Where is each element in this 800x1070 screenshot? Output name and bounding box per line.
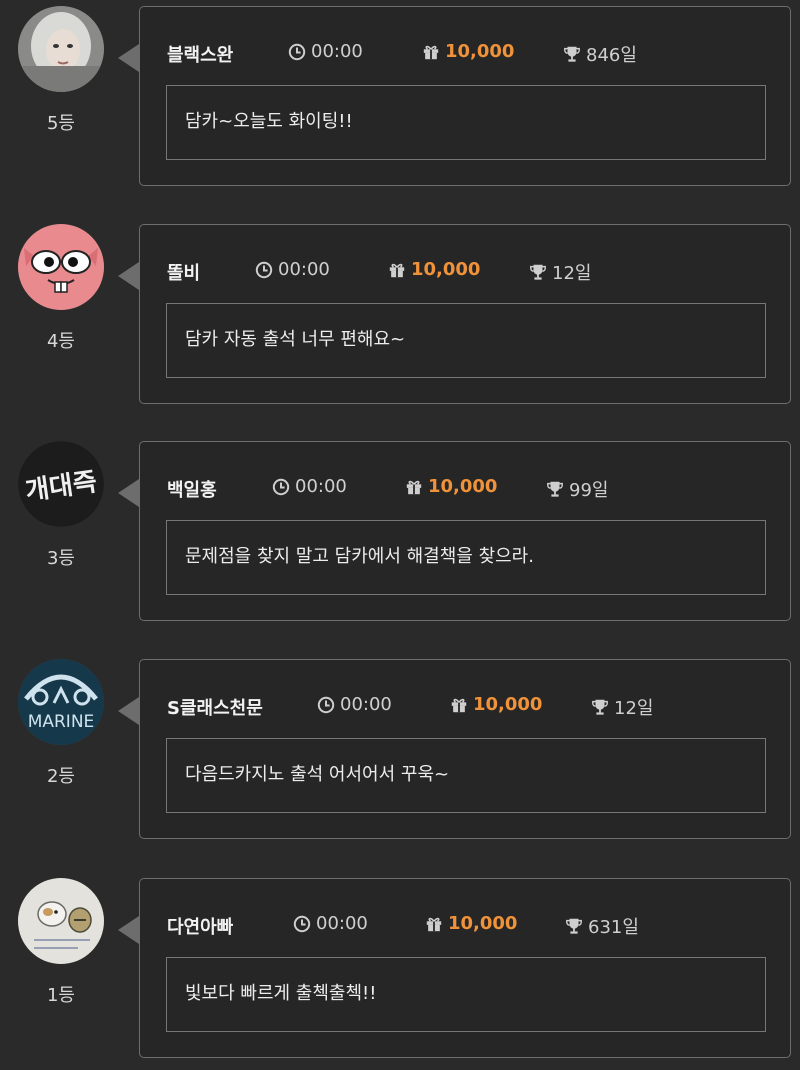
comment-meta: 백일홍 00:00 10,000 99일: [167, 474, 770, 502]
clock-icon: [317, 696, 335, 713]
days-value: 846일: [586, 45, 637, 66]
avatar[interactable]: [18, 224, 104, 310]
comment-message: 다음드카지노 출석 어서어서 꾸욱~: [166, 738, 766, 813]
rank-label: 5등: [46, 113, 75, 134]
avatar-column: 4등: [16, 224, 106, 408]
speech-pointer: [118, 479, 139, 507]
days-item: 631일: [565, 913, 639, 939]
days-item: 12일: [529, 259, 591, 285]
time-value: 00:00: [311, 41, 363, 62]
avatar-column: MARINE 2등: [16, 659, 106, 843]
clock-icon: [272, 478, 290, 495]
comment-meta: 똘비 00:00 10,000 12일: [167, 257, 770, 285]
points-value: 10,000: [473, 694, 543, 715]
time-item: 00:00: [272, 476, 347, 497]
rank-label: 3등: [46, 548, 75, 569]
comment-message: 담카 자동 출석 너무 편해요~: [166, 303, 766, 378]
rank-label: 4등: [46, 331, 75, 352]
avatar[interactable]: [18, 878, 104, 964]
comment-message: 담카~오늘도 화이팅!!: [166, 85, 766, 160]
attendance-entry: 4등 똘비 00:00 10,000 12일 담카 자동 출석 너무 편해요~: [0, 224, 800, 408]
gift-icon: [451, 698, 467, 712]
time-item: 00:00: [255, 259, 330, 280]
marine-text: MARINE: [28, 712, 95, 732]
points-value: 10,000: [411, 259, 481, 280]
gift-icon: [426, 917, 442, 931]
comment-message: 문제점을 찾지 말고 담카에서 해결책을 찾으라.: [166, 520, 766, 595]
days-value: 12일: [552, 263, 592, 284]
avatar-column: 개대즉 3등: [16, 441, 106, 625]
rank-label: 1등: [46, 985, 75, 1006]
hamster-drawing-avatar-image: [18, 878, 104, 964]
gift-icon: [389, 263, 405, 277]
trophy-icon: [530, 264, 546, 280]
time-value: 00:00: [295, 476, 347, 497]
comment-meta: 다연아빠 00:00 10,000 631일: [167, 911, 770, 939]
gift-icon: [406, 480, 422, 494]
time-item: 00:00: [288, 41, 363, 62]
avatar[interactable]: MARINE: [18, 659, 104, 745]
attendance-entry: 5등 블랙스완 00:00 10,000 846일 담카~오늘도 화이팅!!: [0, 6, 800, 190]
attendance-entry: 1등 다연아빠 00:00 10,000 631일 빛보다 빠르게 출첵출첵!!: [0, 878, 800, 1062]
avatar[interactable]: 개대즉: [18, 441, 104, 527]
clock-icon: [288, 43, 306, 60]
clock-icon: [293, 915, 311, 932]
days-value: 99일: [569, 480, 609, 501]
points-item: 10,000: [450, 694, 542, 715]
points-item: 10,000: [425, 913, 517, 934]
username[interactable]: 백일홍: [167, 476, 217, 502]
portrait-avatar-image: [18, 6, 104, 92]
days-item: 846일: [563, 41, 637, 67]
username[interactable]: S클래스천문: [167, 694, 263, 720]
comment-card: 다연아빠 00:00 10,000 631일 빛보다 빠르게 출첵출첵!!: [139, 878, 791, 1058]
points-value: 10,000: [445, 41, 515, 62]
marine-logo-avatar-image: MARINE: [18, 659, 104, 745]
days-item: 12일: [591, 694, 653, 720]
comment-message: 빛보다 빠르게 출첵출첵!!: [166, 957, 766, 1032]
username[interactable]: 똘비: [167, 259, 200, 285]
pink-face-avatar-image: [18, 224, 104, 310]
days-value: 12일: [614, 698, 654, 719]
points-value: 10,000: [428, 476, 498, 497]
points-item: 10,000: [422, 41, 514, 62]
time-value: 00:00: [278, 259, 330, 280]
comment-card: S클래스천문 00:00 10,000 12일 다음드카지노 출석 어서어서 꾸…: [139, 659, 791, 839]
days-value: 631일: [588, 917, 639, 938]
trophy-icon: [547, 481, 563, 497]
comment-card: 백일홍 00:00 10,000 99일 문제점을 찾지 말고 담카에서 해결책…: [139, 441, 791, 621]
rank-label: 2등: [46, 766, 75, 787]
trophy-icon: [592, 699, 608, 715]
comment-card: 똘비 00:00 10,000 12일 담카 자동 출석 너무 편해요~: [139, 224, 791, 404]
avatar-column: 5등: [16, 6, 106, 190]
avatar[interactable]: [18, 6, 104, 92]
comment-meta: 블랙스완 00:00 10,000 846일: [167, 39, 770, 67]
time-item: 00:00: [293, 913, 368, 934]
username[interactable]: 블랙스완: [167, 41, 233, 67]
gift-icon: [423, 45, 439, 59]
neon-sign-avatar-image: 개대즉: [18, 441, 104, 527]
comment-meta: S클래스천문 00:00 10,000 12일: [167, 692, 770, 720]
avatar-column: 1등: [16, 878, 106, 1062]
trophy-icon: [564, 46, 580, 62]
days-item: 99일: [546, 476, 608, 502]
attendance-list: 5등 블랙스완 00:00 10,000 846일 담카~오늘도 화이팅!! 4…: [0, 0, 800, 1070]
attendance-entry: MARINE 2등 S클래스천문 00:00 10,000 12일 다음드카지노…: [0, 659, 800, 843]
speech-pointer: [118, 916, 139, 944]
trophy-icon: [566, 918, 582, 934]
comment-card: 블랙스완 00:00 10,000 846일 담카~오늘도 화이팅!!: [139, 6, 791, 186]
speech-pointer: [118, 44, 139, 72]
time-value: 00:00: [316, 913, 368, 934]
attendance-entry: 개대즉 3등 백일홍 00:00 10,000 99일 문제점을 찾지 말고 담…: [0, 441, 800, 625]
speech-pointer: [118, 262, 139, 290]
points-item: 10,000: [405, 476, 497, 497]
time-value: 00:00: [340, 694, 392, 715]
points-value: 10,000: [448, 913, 518, 934]
username[interactable]: 다연아빠: [167, 913, 233, 939]
time-item: 00:00: [317, 694, 392, 715]
speech-pointer: [118, 697, 139, 725]
clock-icon: [255, 261, 273, 278]
points-item: 10,000: [388, 259, 480, 280]
